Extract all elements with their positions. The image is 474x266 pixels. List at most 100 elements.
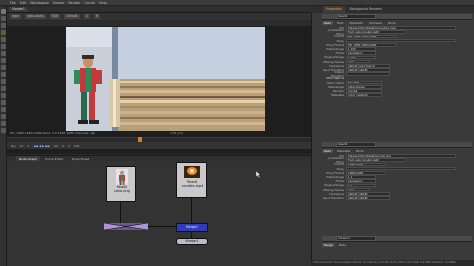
filter-tool-icon[interactable] (1, 44, 6, 49)
channel-select[interactable]: rgba (10, 14, 22, 19)
3d-tool-icon[interactable] (1, 72, 6, 77)
frame-mode-select[interactable]: expression (346, 51, 376, 56)
read1-node-name-field[interactable]: Read1 (336, 14, 376, 19)
missing-frames-select[interactable]: error (346, 59, 370, 64)
out-point[interactable]: 50 (54, 144, 58, 148)
viewer-frame-label: x=0 y=0 (170, 132, 184, 135)
colorspace-select[interactable]: default (Gamma2.2) (346, 63, 390, 68)
end-frame[interactable]: 100 (74, 144, 80, 148)
frame-range-field[interactable]: 1 150 (346, 47, 376, 51)
node-read1[interactable]: Read1 candles.mp4 (176, 162, 207, 198)
merge-tool-icon[interactable] (1, 58, 6, 63)
proxy-format-select[interactable]: HD_1080 1920x1080 (346, 43, 396, 47)
read1-thumbnail-icon (184, 166, 200, 178)
color-tool-icon[interactable] (1, 37, 6, 42)
menu-item-cache[interactable]: Cache (84, 1, 95, 5)
menu-item-edit[interactable]: Edit (20, 1, 27, 5)
input-a-select[interactable]: A (83, 14, 90, 19)
in-point[interactable]: 1 (27, 144, 29, 148)
subtab-read[interactable]: Read (322, 21, 334, 25)
node-merge1[interactable]: Merge1 (176, 223, 208, 232)
subtab-node[interactable]: Node (337, 243, 348, 247)
data-range-select[interactable]: Video Range (346, 84, 382, 89)
colorspace-select[interactable]: default (sRGB) (346, 191, 390, 196)
subtab-node[interactable]: Node (354, 149, 365, 153)
metadata-tool-icon[interactable] (1, 86, 6, 91)
output-transform-select[interactable] (346, 72, 390, 76)
menu-item-workspace[interactable]: Workspace (30, 1, 49, 5)
alpha-channel-select[interactable]: rgba.alpha (25, 14, 46, 19)
read2-node-name-field[interactable]: Read2 (336, 142, 376, 147)
metadata-select[interactable]: ycbcr (default) (346, 93, 382, 97)
subtab-metadata[interactable]: Metadata (348, 21, 365, 25)
localization-select[interactable]: from auto-localize path (346, 30, 406, 35)
missing-frames-select[interactable]: error (346, 187, 370, 192)
menu-item-render[interactable]: Render (68, 1, 80, 5)
file-path-field[interactable]: /Users/admin/Desktop/color.png (346, 154, 456, 158)
viewer1-node-name-field[interactable]: Viewer1 (336, 236, 376, 241)
other-tool-icon[interactable] (1, 114, 6, 119)
subtab-hardware[interactable]: Hardware (367, 21, 385, 25)
channel-tool-icon[interactable] (1, 30, 6, 35)
input-b-select[interactable]: B (93, 14, 100, 19)
toolsets-tool-icon[interactable] (1, 107, 6, 112)
composite-image (66, 27, 265, 131)
original-range-field[interactable]: 1 1 (346, 183, 376, 188)
decoder-select[interactable]: mov64 (346, 89, 382, 93)
localization-select[interactable]: from auto-localize path (346, 158, 406, 163)
subtab-merge[interactable]: Merge (322, 243, 335, 247)
node-merge[interactable] (103, 222, 149, 231)
play-controls-icon[interactable]: ◀◀ ◀ ▶ ▶▶ (33, 144, 50, 148)
subtab-node[interactable]: Node (386, 21, 397, 25)
read1-file: candles.mp4 (181, 184, 204, 188)
format-select[interactable]: 1080x1920 (346, 162, 386, 167)
input-transform-select[interactable]: default (sRGB) (346, 68, 390, 72)
transform-tool-icon[interactable] (1, 65, 6, 70)
ycbcr-select[interactable]: Rec 709 (346, 80, 382, 85)
lut-select[interactable]: Default (64, 14, 80, 19)
tab-viewer1[interactable]: Viewer1 (9, 7, 28, 12)
increment-value[interactable]: 0 (62, 144, 64, 148)
proxy-field[interactable] (346, 166, 456, 171)
image-tool-icon[interactable] (1, 9, 6, 14)
frame-range-field[interactable]: 1 1 (346, 175, 376, 179)
tab-properties[interactable]: Properties (323, 6, 345, 13)
furnace-tool-icon[interactable] (1, 121, 6, 126)
read1-params: File/Users/admin/Desktop/candles.mp4 Loc… (322, 26, 472, 97)
read1-subtabs: Read MOV Metadata Hardware Node (322, 21, 472, 25)
viewer-controls: rgba rgba.alpha RGB Default A B (7, 13, 311, 20)
frame-mode-select[interactable]: expression (346, 179, 376, 184)
subtab-mov[interactable]: MOV (335, 21, 345, 25)
draw-tool-icon[interactable] (1, 16, 6, 21)
node-viewer1[interactable]: Viewer1 (176, 238, 208, 245)
proxy-field[interactable] (346, 38, 456, 43)
fps-value[interactable]: 24 (20, 144, 24, 148)
read2-params: File/Users/admin/Desktop/color.png Local… (322, 154, 472, 200)
particles-tool-icon[interactable] (1, 93, 6, 98)
deep-tool-icon[interactable] (1, 100, 6, 105)
input-transform-select[interactable]: default (sRGB) (346, 196, 390, 200)
time-tool-icon[interactable] (1, 23, 6, 28)
viewer-secondary-controls (7, 20, 311, 26)
proxy-format-select[interactable]: 1080x1920 (346, 171, 386, 175)
read2-thumbnail-icon (116, 169, 128, 185)
format-select[interactable]: HD_1080 1920x1080 (346, 34, 396, 39)
node-toolbar (0, 6, 7, 266)
cara-tool-icon[interactable] (1, 128, 6, 133)
views-tool-icon[interactable] (1, 79, 6, 84)
display-channels-select[interactable]: RGB (49, 14, 61, 19)
original-range-field[interactable]: 1 150 (346, 55, 376, 60)
viewer-image[interactable] (66, 27, 265, 131)
status-bar: Channel Count: 10 Localization Mode: On … (311, 260, 474, 266)
menu-item-file[interactable]: File (10, 1, 16, 5)
subtab-read[interactable]: Read (322, 149, 334, 153)
subtab-metadata[interactable]: Metadata (335, 149, 352, 153)
node-graph-canvas[interactable] (7, 161, 311, 266)
file-path-field[interactable]: /Users/admin/Desktop/candles.mp4 (346, 26, 456, 30)
skip-value[interactable]: 3 (68, 144, 70, 148)
menu-item-viewer[interactable]: Viewer (53, 1, 65, 5)
node-read2[interactable]: Read2 color.png (106, 166, 136, 202)
menu-item-help[interactable]: Help (99, 1, 107, 5)
keyer-tool-icon[interactable] (1, 51, 6, 56)
tab-background-renders[interactable]: Background Renders (347, 6, 385, 13)
